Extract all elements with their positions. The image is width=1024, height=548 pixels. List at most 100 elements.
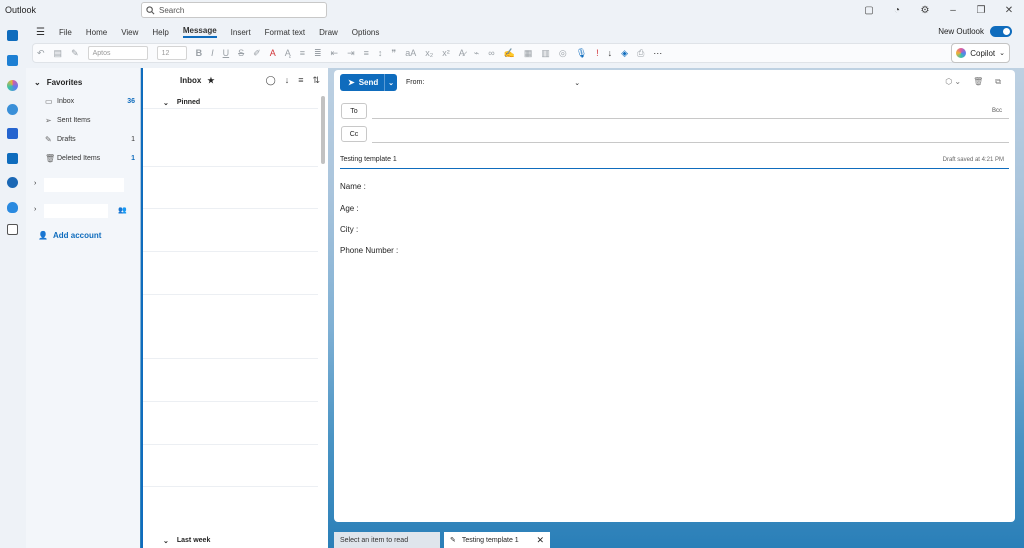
favorites-header[interactable]: ⌄ Favorites <box>34 78 82 87</box>
folder-deleted-items[interactable]: 🗑 Deleted Items 1 <box>45 154 135 163</box>
folder-inbox[interactable]: ▭ Inbox 36 <box>45 97 135 106</box>
pinned-group[interactable]: ⌄ Pinned <box>163 99 200 107</box>
body-line[interactable]: Name : <box>340 182 366 191</box>
table-icon[interactable]: ▦ <box>524 48 533 59</box>
tab-help[interactable]: Help <box>152 28 168 37</box>
italic-icon[interactable]: I <box>211 48 214 58</box>
to-button[interactable]: To <box>341 103 367 119</box>
org-app-icon[interactable] <box>7 177 18 188</box>
loop-icon[interactable]: ◎ <box>559 48 567 59</box>
body-line[interactable]: Age : <box>340 204 359 213</box>
tab-reading[interactable]: Select an item to read <box>334 532 440 548</box>
bookings-app-icon[interactable] <box>7 153 18 164</box>
notes-icon[interactable]: ▢ <box>862 3 876 17</box>
subscript-icon[interactable]: x₂ <box>425 48 433 58</box>
strikethrough-icon[interactable]: S <box>238 48 244 58</box>
superscript-icon[interactable]: x² <box>442 48 450 58</box>
restore-icon[interactable]: ❐ <box>974 3 988 17</box>
from-field[interactable]: From: ⌄ <box>406 79 580 87</box>
signature-icon[interactable]: ✍ <box>504 48 515 59</box>
bell-icon[interactable]: ◔ <box>890 3 904 17</box>
sensitivity-icon[interactable]: ◈ <box>621 48 628 59</box>
hamburger-icon[interactable]: ☰ <box>36 27 45 38</box>
add-account-button[interactable]: 👤 Add account <box>38 231 101 240</box>
apps-grid-icon[interactable] <box>7 224 18 235</box>
font-name-select[interactable]: Aptos <box>87 46 148 60</box>
account-redacted[interactable] <box>44 178 124 192</box>
attach-icon[interactable]: ⌁ <box>474 48 479 59</box>
tab-insert[interactable]: Insert <box>231 28 251 37</box>
change-case-icon[interactable]: aA <box>405 48 416 58</box>
people-app-icon[interactable] <box>7 104 18 115</box>
new-outlook-toggle[interactable]: New Outlook <box>938 26 1012 37</box>
last-week-group[interactable]: ⌄ Last week <box>163 537 210 545</box>
minimize-icon[interactable]: – <box>946 3 960 17</box>
search-box[interactable]: Search <box>141 2 327 18</box>
font-color-icon[interactable]: A <box>270 48 276 58</box>
toggle-switch[interactable] <box>990 26 1012 37</box>
outdent-icon[interactable]: ⇤ <box>331 48 339 59</box>
tab-home[interactable]: Home <box>86 28 107 37</box>
folder-drafts[interactable]: ✎ Drafts 1 <box>45 135 135 144</box>
star-icon[interactable]: ★ <box>207 76 214 85</box>
tab-format-text[interactable]: Format text <box>265 28 305 37</box>
dictate-icon[interactable]: 🎙 <box>576 48 587 59</box>
bcc-button[interactable]: Bcc <box>992 108 1002 114</box>
format-painter-icon[interactable]: ✎ <box>71 48 79 59</box>
send-button[interactable]: ➤ Send ⌄ <box>340 74 397 91</box>
numbering-icon[interactable]: ≣ <box>314 48 322 59</box>
body-line[interactable]: Phone Number : <box>340 246 398 255</box>
chevron-right-icon[interactable]: › <box>34 206 36 213</box>
jump-down-icon[interactable]: ↓ <box>285 75 290 86</box>
highlight-icon[interactable]: ✐ <box>253 48 261 59</box>
select-icon[interactable]: ◯ <box>266 75 276 86</box>
align-icon[interactable]: ≡ <box>364 48 369 58</box>
sort-icon[interactable]: ⇅ <box>312 75 320 86</box>
discard-icon[interactable]: 🗑 <box>973 77 983 87</box>
chevron-down-icon[interactable]: ⌄ <box>574 79 580 87</box>
quote-icon[interactable]: ❞ <box>391 48 396 59</box>
tab-draw[interactable]: Draw <box>319 28 338 37</box>
copilot-button[interactable]: Copilot ⌄ <box>951 43 1010 63</box>
close-icon[interactable]: ✕ <box>1002 3 1016 17</box>
copilot-app-icon[interactable] <box>7 80 18 91</box>
send-options-chevron-icon[interactable]: ⌄ <box>384 74 397 91</box>
scrollbar[interactable] <box>321 96 325 164</box>
cc-field[interactable] <box>372 142 1009 143</box>
onedrive-app-icon[interactable] <box>7 202 18 213</box>
popout-icon[interactable]: ⧉ <box>995 77 1001 87</box>
bold-icon[interactable]: B <box>196 48 203 58</box>
cc-button[interactable]: Cc <box>341 126 367 142</box>
tab-message[interactable]: Message <box>182 26 217 38</box>
print-icon[interactable]: ⎙ <box>637 48 644 59</box>
chevron-right-icon[interactable]: › <box>34 180 36 187</box>
bullets-icon[interactable]: ≡ <box>300 48 305 58</box>
chevron-down-icon[interactable]: ⌄ <box>999 49 1005 57</box>
mail-app-icon[interactable] <box>7 30 18 41</box>
todo-app-icon[interactable] <box>7 128 18 139</box>
tab-draft[interactable]: ✎ Testing template 1 ✕ <box>444 532 550 548</box>
calendar-app-icon[interactable] <box>7 55 18 66</box>
folder-sent-items[interactable]: ➢ Sent Items <box>45 116 135 125</box>
filter-icon[interactable]: ≡ <box>298 75 303 86</box>
tab-options[interactable]: Options <box>352 28 380 37</box>
link-icon[interactable]: ∞ <box>488 48 494 58</box>
undo-icon[interactable]: ↶ <box>37 48 45 59</box>
group-redacted[interactable] <box>44 204 108 218</box>
importance-low-icon[interactable]: ↓ <box>608 48 613 58</box>
font-size-select[interactable]: 12 <box>156 46 187 60</box>
sensitivity-icon[interactable]: ⬡ ⌄ <box>945 77 961 87</box>
body-line[interactable]: City : <box>340 225 358 234</box>
subject-input[interactable]: Testing template 1 <box>340 156 397 163</box>
clear-format-icon[interactable]: A̷ <box>459 48 465 58</box>
styles-icon[interactable]: Ą <box>285 48 291 58</box>
importance-high-icon[interactable]: ! <box>596 48 599 58</box>
underline-icon[interactable]: U <box>223 48 230 58</box>
close-icon[interactable]: ✕ <box>536 535 544 546</box>
clipboard-icon[interactable]: ▤ <box>54 48 63 59</box>
line-spacing-icon[interactable]: ↕ <box>378 48 383 58</box>
tab-view[interactable]: View <box>121 28 138 37</box>
indent-icon[interactable]: ⇥ <box>347 48 355 59</box>
more-icon[interactable]: ⋯ <box>653 48 662 59</box>
chart-icon[interactable]: ▥ <box>541 48 550 59</box>
